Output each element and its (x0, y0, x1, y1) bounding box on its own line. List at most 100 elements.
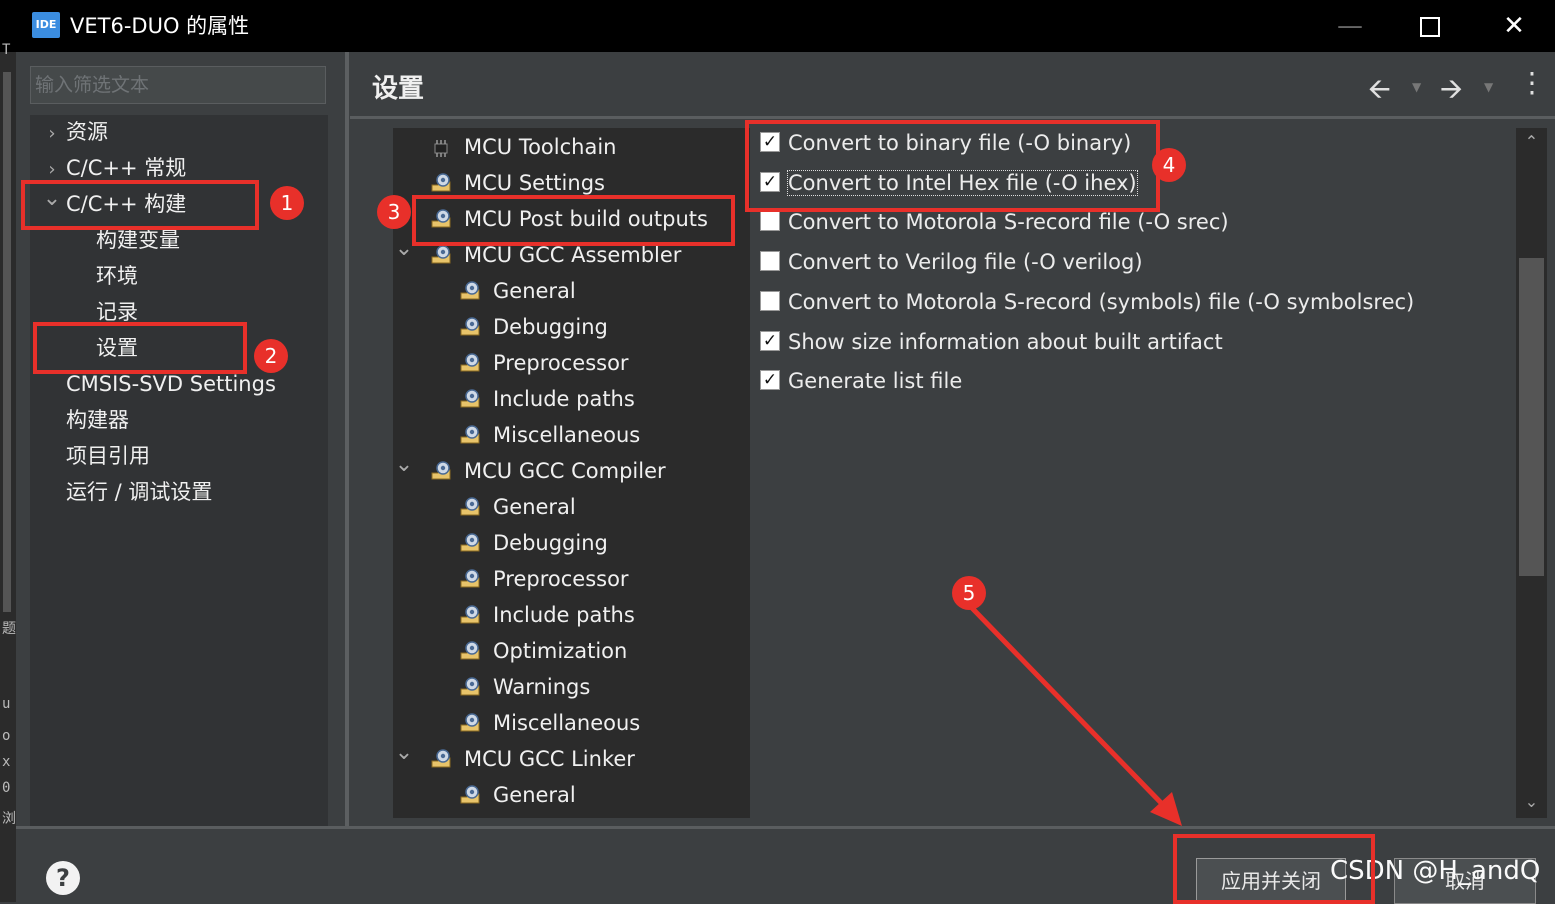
header-separator (350, 116, 1555, 119)
option-label: Convert to Motorola S-record file (-O sr… (788, 210, 1229, 235)
settings-gear-icon (457, 351, 493, 375)
settings-tree-item[interactable]: Miscellaneous (457, 706, 640, 740)
settings-tree-label: Debugging (493, 315, 608, 339)
checkbox-unchecked[interactable] (760, 290, 780, 311)
settings-gear-icon (457, 603, 493, 627)
left-tree-item[interactable]: 构建器 (38, 403, 129, 437)
option-checkbox-row[interactable]: Convert to Verilog file (-O verilog) (760, 244, 1143, 280)
maximize-icon (1420, 16, 1440, 37)
background-char: o (2, 728, 11, 744)
left-tree-label: C/C++ 常规 (66, 156, 187, 180)
left-tree-label: 构建变量 (96, 228, 180, 252)
settings-tree-item[interactable]: Optimization (457, 634, 627, 668)
checkbox-checked[interactable]: ✓ (760, 370, 780, 391)
scroll-up-icon[interactable]: ⌃ (1516, 132, 1547, 151)
maximize-button[interactable] (1410, 8, 1450, 44)
left-tree-label: 构建器 (66, 408, 129, 432)
more-vertical-icon[interactable]: ⋮ (1518, 66, 1546, 99)
settings-gear-icon (457, 567, 493, 591)
settings-tree-label: General (493, 279, 576, 303)
checkbox-unchecked[interactable] (760, 211, 780, 232)
annotation-box-3 (412, 195, 735, 246)
chevron-down-icon[interactable]: ⌄ (392, 448, 416, 482)
forward-dropdown-icon[interactable]: ▼ (1484, 80, 1493, 94)
annotation-arrow (970, 606, 1182, 826)
settings-tree-item[interactable]: Preprocessor (457, 346, 629, 380)
left-tree-label: 运行 / 调试设置 (66, 480, 213, 504)
settings-tree-label: Optimization (493, 639, 628, 663)
annotation-badge-1: 1 (270, 186, 304, 220)
settings-tree-item[interactable]: Warnings (457, 670, 590, 704)
settings-tree-item[interactable]: Debugging (457, 526, 608, 560)
background-char: 题 (2, 621, 16, 637)
settings-gear-icon (428, 459, 464, 483)
scroll-down-icon[interactable]: ⌄ (1516, 792, 1547, 811)
settings-tree-label: MCU GCC Linker (464, 747, 635, 771)
settings-tree-item[interactable]: Include paths (457, 382, 635, 416)
settings-tree-item[interactable]: General (457, 490, 576, 524)
left-tree-item[interactable]: 运行 / 调试设置 (38, 475, 212, 509)
settings-tree-item[interactable]: MCU Toolchain (428, 130, 617, 164)
annotation-badge-3: 3 (377, 195, 411, 229)
settings-tree-label: Miscellaneous (493, 711, 641, 735)
settings-tree-item[interactable]: Include paths (457, 598, 635, 632)
window-title: VET6-DUO 的属性 (70, 14, 250, 38)
settings-tree-label: Miscellaneous (493, 423, 641, 447)
settings-gear-icon (457, 639, 493, 663)
back-arrow-icon[interactable]: 🡨 (1368, 68, 1391, 116)
settings-gear-icon (457, 279, 493, 303)
settings-tree-label: General (493, 783, 576, 807)
settings-tree-label: Include paths (493, 387, 635, 411)
checkbox-checked[interactable]: ✓ (760, 330, 780, 351)
background-char: T (2, 42, 11, 58)
option-label: Convert to Motorola S-record (symbols) f… (788, 289, 1415, 314)
checkbox-unchecked[interactable] (760, 251, 780, 272)
sash-divider[interactable] (345, 52, 349, 828)
settings-tree-label: MCU Settings (464, 171, 605, 195)
settings-tree-item[interactable]: ⌄ MCU GCC Compiler (395, 452, 666, 488)
left-tree-item[interactable]: 项目引用 (38, 439, 150, 473)
filter-box (30, 66, 326, 104)
left-tree-label: CMSIS-SVD Settings (66, 372, 276, 396)
settings-tree-label: Debugging (493, 531, 608, 555)
settings-tree-item[interactable]: Preprocessor (457, 562, 629, 596)
annotation-box-5 (1173, 834, 1375, 904)
settings-tree-item[interactable]: Miscellaneous (457, 418, 640, 452)
back-dropdown-icon[interactable]: ▼ (1412, 80, 1421, 94)
settings-tree-label: Warnings (493, 675, 591, 699)
background-char: 浏 (2, 811, 16, 827)
background-app-strip: T 题 u o x 0 浏 (0, 42, 16, 902)
settings-gear-icon (457, 531, 493, 555)
help-button[interactable]: ? (46, 861, 80, 895)
option-checkbox-row[interactable]: ✓ Show size information about built artif… (760, 324, 1223, 360)
left-tree-item[interactable]: › 资源 (38, 115, 108, 149)
forward-arrow-icon[interactable]: 🡪 (1440, 68, 1463, 116)
close-button[interactable]: ✕ (1494, 8, 1534, 44)
settings-tree-label: Include paths (493, 603, 635, 627)
chevron-down-icon[interactable]: ⌄ (392, 736, 416, 770)
settings-tree-item[interactable]: Debugging (457, 310, 608, 344)
annotation-box-4 (745, 120, 1160, 212)
settings-tree-item[interactable]: ⌄ MCU GCC Linker (395, 740, 635, 776)
settings-tree-item[interactable]: General (457, 778, 576, 812)
left-tree-label: 记录 (96, 300, 138, 324)
scrollbar-thumb[interactable] (1519, 258, 1544, 576)
minimize-button[interactable]: — (1330, 8, 1370, 44)
settings-gear-icon (428, 243, 464, 267)
settings-tree-label: General (493, 495, 576, 519)
settings-tree-label: Preprocessor (493, 567, 629, 591)
settings-gear-icon (457, 387, 493, 411)
footer-separator (16, 826, 1555, 829)
settings-gear-icon (428, 171, 464, 195)
option-checkbox-row[interactable]: ✓ Generate list file (760, 363, 962, 399)
background-scrollbar (3, 72, 11, 612)
filter-input[interactable] (31, 67, 325, 103)
option-checkbox-row[interactable]: Convert to Motorola S-record (symbols) f… (760, 284, 1414, 320)
chevron-right-icon[interactable]: › (38, 117, 66, 151)
annotation-box-1 (21, 180, 259, 230)
background-char: x (2, 754, 11, 770)
settings-gear-icon (457, 783, 493, 807)
left-tree-item[interactable]: 环境 (68, 259, 138, 293)
left-tree-label: 环境 (96, 264, 138, 288)
settings-tree-item[interactable]: General (457, 274, 576, 308)
